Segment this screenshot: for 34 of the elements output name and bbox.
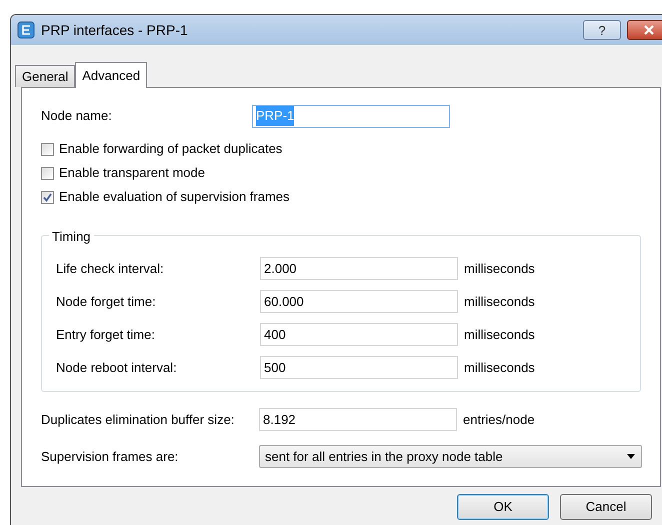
window-icon <box>17 21 35 39</box>
field-label: Entry forget time: <box>56 326 156 344</box>
unit-label: milliseconds <box>464 358 535 377</box>
unit-label: milliseconds <box>464 326 535 344</box>
checkbox[interactable] <box>41 190 54 204</box>
unit-label: milliseconds <box>464 292 535 311</box>
input-field[interactable]: 500 <box>260 356 458 379</box>
close-icon <box>644 25 654 35</box>
unit-label: entries/node <box>463 410 535 429</box>
input-field[interactable]: 8.192 <box>259 408 457 431</box>
dropdown[interactable]: sent for all entries in the proxy node table <box>259 445 642 468</box>
field-label: Life check interval: <box>56 260 165 278</box>
window-title: PRP interfaces - PRP-1 <box>41 20 188 40</box>
field-label: Supervision frames are: <box>41 448 180 466</box>
checkbox-label: Enable forwarding of packet duplicates <box>59 140 282 158</box>
dialog-button[interactable]: OK <box>457 494 549 520</box>
dropdown-arrow-icon <box>627 454 635 459</box>
close-button[interactable] <box>627 20 662 40</box>
input-field[interactable]: 2.000 <box>260 257 458 280</box>
field-label: Node name: <box>41 107 113 126</box>
help-button[interactable]: ? <box>583 20 621 40</box>
field-label: Node reboot interval: <box>56 358 178 377</box>
dialog-button[interactable]: Cancel <box>560 494 652 520</box>
tab[interactable]: General <box>15 65 76 87</box>
tab[interactable]: Advanced <box>75 62 148 88</box>
checkbox-label: Enable transparent mode <box>59 164 205 182</box>
checkbox[interactable] <box>41 166 54 180</box>
checkbox-label: Enable evaluation of supervision frames <box>59 188 290 206</box>
field-label: Node forget time: <box>56 292 157 311</box>
checkbox[interactable] <box>41 142 54 156</box>
field-label: Duplicates elimination buffer size: <box>41 410 236 429</box>
input-field[interactable]: 400 <box>260 323 458 346</box>
unit-label: milliseconds <box>464 260 535 278</box>
input-field[interactable]: 60.000 <box>260 290 458 313</box>
